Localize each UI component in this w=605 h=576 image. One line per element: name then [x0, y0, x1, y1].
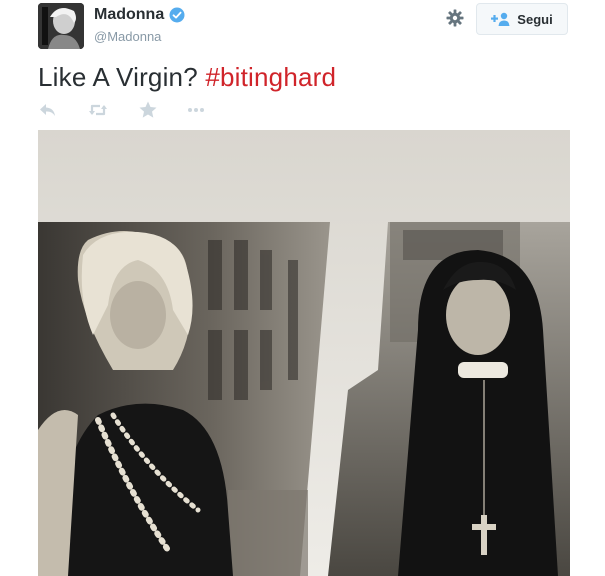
reply-icon[interactable]: [38, 100, 58, 120]
tweet-card: Madonna @Madonna Segui Like A Virgin? #b…: [0, 0, 605, 576]
avatar-image: [38, 3, 84, 49]
collage-image: [38, 130, 570, 576]
display-name[interactable]: Madonna: [94, 6, 164, 24]
more-dots-icon[interactable]: [186, 100, 206, 120]
retweet-icon[interactable]: [88, 100, 108, 120]
follow-button-label: Segui: [517, 11, 553, 27]
follow-button[interactable]: Segui: [476, 3, 568, 35]
hashtag-link[interactable]: #bitinghard: [205, 62, 336, 92]
tweet-text: Like A Virgin? #bitinghard: [38, 62, 336, 93]
avatar[interactable]: [38, 3, 84, 49]
tweet-photo[interactable]: [38, 130, 570, 576]
star-icon[interactable]: [138, 100, 158, 120]
handle[interactable]: @Madonna: [94, 29, 161, 44]
tweet-text-plain: Like A Virgin?: [38, 62, 206, 92]
name-row: Madonna: [94, 6, 185, 24]
gear-icon[interactable]: [446, 9, 464, 27]
follow-user-icon: [491, 12, 511, 26]
verified-badge-icon: [169, 7, 185, 23]
